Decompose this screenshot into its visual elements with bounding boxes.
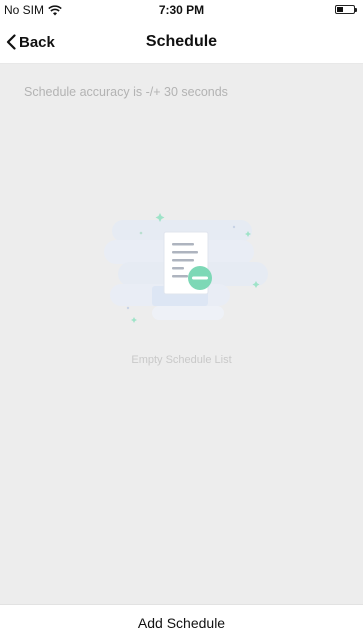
accuracy-note: Schedule accuracy is -/+ 30 seconds [24, 85, 228, 99]
battery-icon [335, 5, 357, 14]
navigation-bar: Back Schedule [0, 20, 363, 64]
status-bar: No SIM 7:30 PM [0, 0, 363, 20]
empty-schedule-illustration [104, 213, 268, 323]
bottom-bar: Add Schedule [0, 604, 363, 641]
back-label: Back [19, 33, 55, 51]
status-time: 7:30 PM [158, 3, 205, 17]
schedule-content: Schedule accuracy is -/+ 30 seconds Empt… [0, 64, 363, 604]
add-schedule-button[interactable]: Add Schedule [0, 605, 363, 641]
empty-state-label: Empty Schedule List [131, 354, 232, 366]
battery-level [337, 7, 343, 12]
back-button[interactable]: Back [6, 20, 55, 64]
chevron-left-icon [6, 34, 16, 50]
